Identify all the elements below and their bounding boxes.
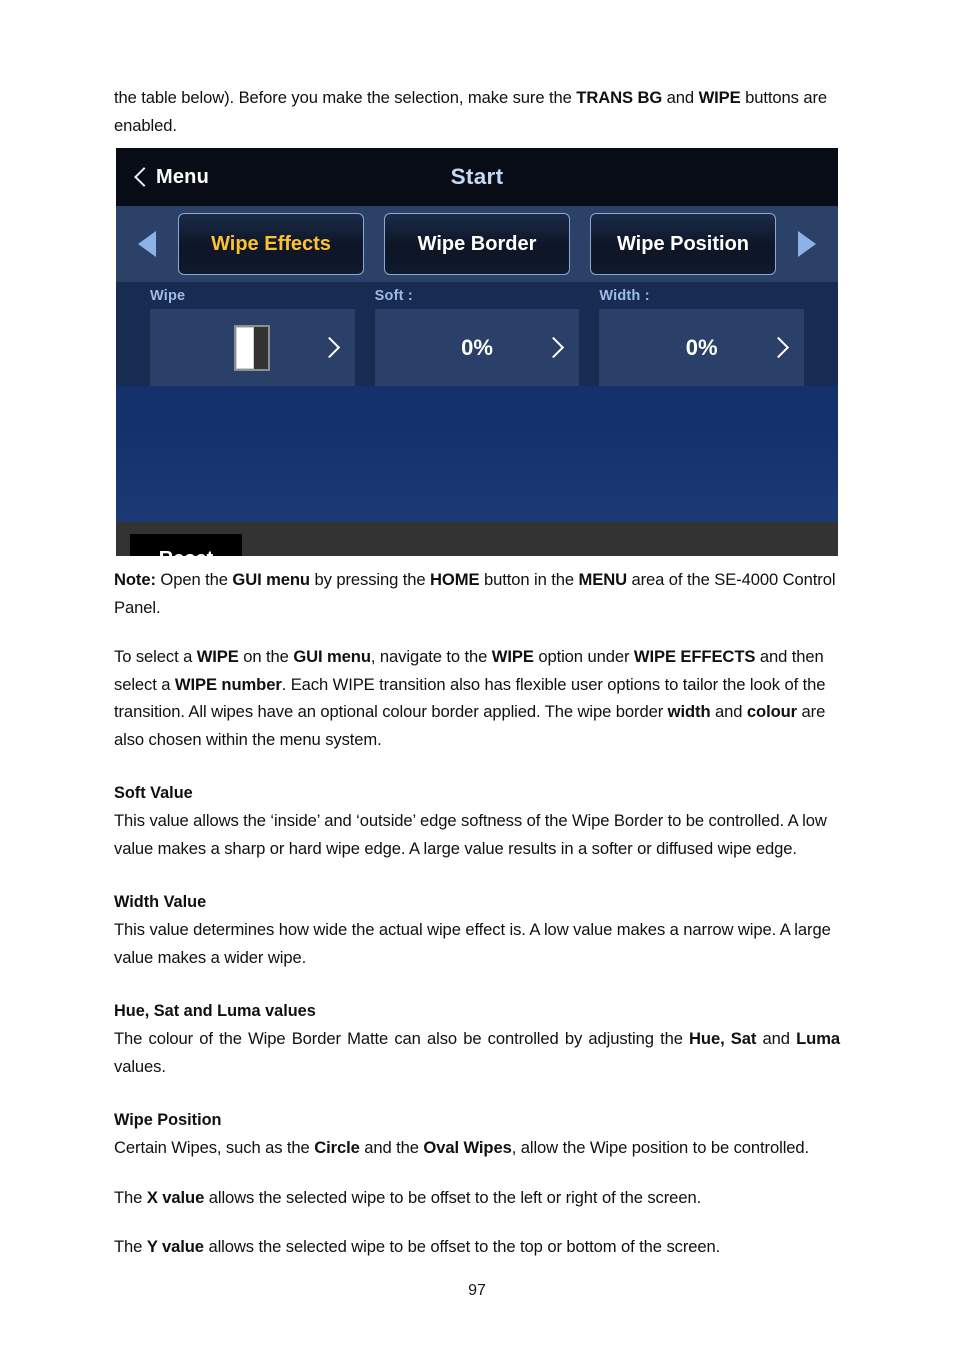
paragraph-width-value: This value determines how wide the actua… xyxy=(114,920,831,967)
param-box-soft[interactable]: 0% xyxy=(374,309,580,386)
wipe-pattern-icon xyxy=(234,324,271,371)
tab-label: Wipe Effects xyxy=(211,232,331,255)
param-box-wipe[interactable] xyxy=(150,309,355,386)
param-label-wipe: Wipe xyxy=(150,288,186,304)
parameter-band: Wipe Soft : 0% Width: 0% xyxy=(116,282,838,386)
heading-soft-value: Soft Value xyxy=(114,784,193,802)
heading-width-value: Width Value xyxy=(114,893,207,911)
param-label-soft: Soft : xyxy=(374,288,413,304)
chevron-right-icon xyxy=(543,336,565,358)
triangle-left-icon xyxy=(138,231,156,257)
paragraph-soft-value: This value allows the ‘inside’ and ‘outs… xyxy=(114,811,827,858)
tab-label: Wipe Position xyxy=(616,232,750,255)
intro-paragraph: the table below). Before you make the se… xyxy=(114,88,828,135)
reset-button[interactable]: Reset xyxy=(130,534,242,556)
heading-wipe-position: Wipe Position xyxy=(114,1111,222,1129)
param-label-width: Width : xyxy=(599,288,650,304)
tab-row: Wipe Effects Wipe Border Wipe Position xyxy=(178,213,776,275)
prev-page-arrow-button[interactable] xyxy=(116,231,178,257)
tab-label: Wipe Border xyxy=(417,232,537,255)
param-column-soft: Soft : 0% xyxy=(374,282,580,386)
next-page-arrow-button[interactable] xyxy=(776,231,838,257)
wipe-pattern-right-half xyxy=(253,326,269,369)
paragraph-x-value: The X value allows the selected wipe to … xyxy=(114,1187,702,1207)
param-box-width[interactable]: 0% xyxy=(599,309,805,386)
select-wipe-paragraph: To select a WIPE on the GUI menu, naviga… xyxy=(114,647,826,749)
wipe-pattern-left-half xyxy=(236,326,254,369)
device-tab-bar: Wipe Effects Wipe Border Wipe Position xyxy=(116,206,838,282)
body-block: Note: Open the GUI menu by pressing the … xyxy=(114,566,840,1261)
document-page: the table below). Before you make the se… xyxy=(0,0,954,1350)
intro-block: the table below). Before you make the se… xyxy=(114,84,840,139)
device-header: Menu Start xyxy=(116,148,838,206)
param-value-soft: 0% xyxy=(461,334,493,360)
page-number: 97 xyxy=(468,1282,486,1299)
param-column-wipe: Wipe xyxy=(150,282,355,386)
chevron-right-icon xyxy=(767,336,790,358)
param-column-width: Width : 0% xyxy=(599,282,805,386)
paragraph-y-value: The Y value allows the selected wipe to … xyxy=(114,1237,721,1256)
paragraph-wipe-position: Certain Wipes, such as the Circle and th… xyxy=(114,1138,810,1157)
tab-wipe-effects[interactable]: Wipe Effects xyxy=(178,213,364,275)
device-body: Wipe Soft : 0% Width: 0% xyxy=(116,282,838,522)
device-title: Start xyxy=(450,164,504,189)
chevron-right-icon xyxy=(318,336,340,358)
device-footer: Reset xyxy=(116,522,838,556)
device-ui-screenshot: Menu Start Wipe Effects Wipe Border Wipe… xyxy=(116,148,838,556)
paragraph-hue-sat-luma: The colour of the Wipe Border Matte can … xyxy=(114,1029,840,1076)
heading-hue-sat-luma: Hue, Sat and Luma values xyxy=(114,1002,316,1020)
tab-wipe-position[interactable]: Wipe Position xyxy=(590,213,776,275)
note-paragraph: Note: Open the GUI menu by pressing the … xyxy=(114,570,836,617)
tab-wipe-border[interactable]: Wipe Border xyxy=(384,213,570,275)
triangle-right-icon xyxy=(798,231,816,257)
param-value-width: 0% xyxy=(685,334,718,360)
